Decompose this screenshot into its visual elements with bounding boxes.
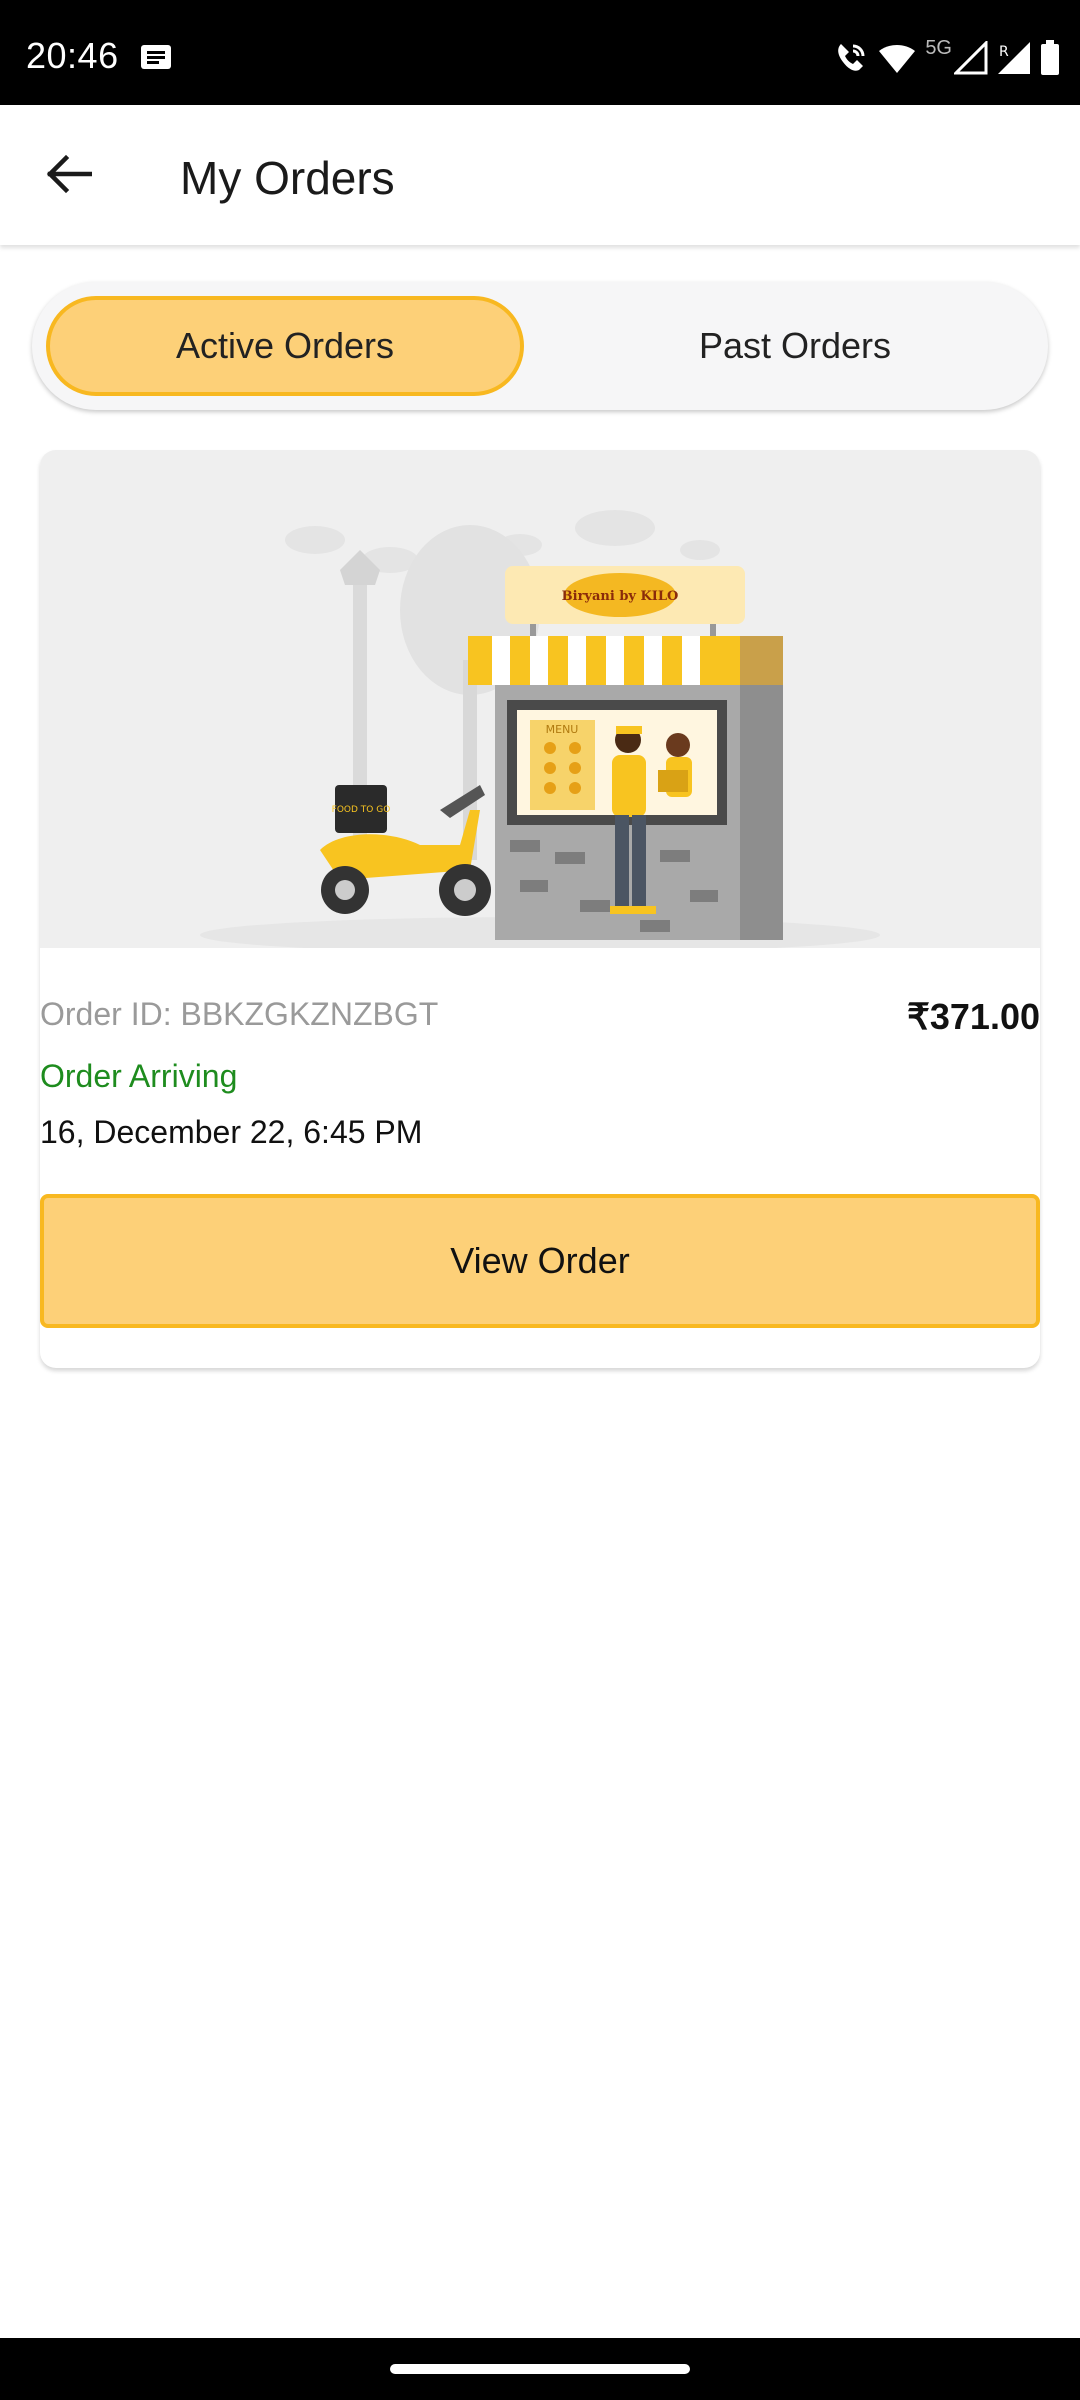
signal-group: 5G xyxy=(925,37,988,75)
battery-icon xyxy=(1040,40,1060,76)
signal-icon xyxy=(954,41,988,75)
roaming-signal-icon: R xyxy=(996,40,1032,76)
svg-text:R: R xyxy=(999,44,1009,60)
view-order-button[interactable]: View Order xyxy=(40,1194,1040,1328)
wifi-calling-icon xyxy=(833,40,869,76)
back-button[interactable] xyxy=(34,141,104,211)
status-icons: 5G R xyxy=(833,37,1060,78)
order-datetime: 16, December 22, 6:45 PM xyxy=(40,1114,423,1150)
app-bar: My Orders xyxy=(0,105,1080,245)
order-card: Biryani by KILO MENU FOOD TO GO Order ID… xyxy=(40,450,1040,1368)
status-bar: 20:46 5G R xyxy=(0,0,1080,105)
tab-past-orders[interactable]: Past Orders xyxy=(556,296,1034,396)
order-price: ₹371.00 xyxy=(906,996,1040,1037)
order-status: Order Arriving xyxy=(40,1058,238,1094)
home-gesture-handle[interactable] xyxy=(390,2364,690,2374)
tab-active-orders[interactable]: Active Orders xyxy=(46,296,524,396)
page-title: My Orders xyxy=(180,152,395,204)
scooter-box-text: FOOD TO GO xyxy=(332,805,391,815)
network-type-label: 5G xyxy=(925,37,952,59)
orders-tab-switcher: Active Orders Past Orders xyxy=(32,282,1048,410)
shop-delivery-illustration: Biryani by KILO MENU FOOD TO GO xyxy=(40,450,1040,953)
status-time: 20:46 xyxy=(26,35,119,76)
message-icon xyxy=(140,44,172,72)
order-id: Order ID: BBKZGKZNZBGT xyxy=(40,996,439,1032)
menu-board-text: MENU xyxy=(546,723,579,736)
arrow-left-icon xyxy=(46,154,93,199)
system-nav-bar xyxy=(0,2338,1080,2400)
shop-logo-text: Biryani by KILO xyxy=(562,589,679,604)
wifi-icon xyxy=(877,41,917,75)
